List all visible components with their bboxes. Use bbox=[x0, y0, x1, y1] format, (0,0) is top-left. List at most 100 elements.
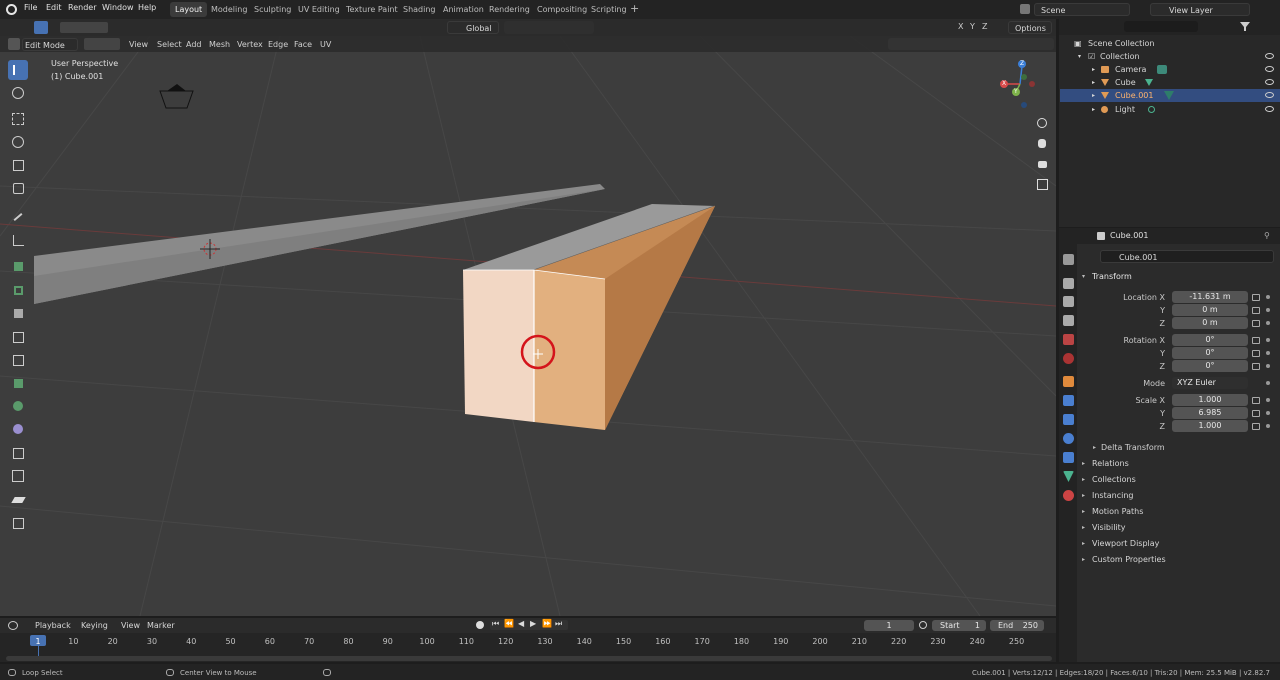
tab-animation[interactable]: Animation bbox=[438, 2, 489, 17]
section-expand-icon[interactable]: ▸ bbox=[1082, 492, 1085, 499]
view-layer-selector[interactable]: View Layer bbox=[1150, 3, 1250, 16]
record-icon[interactable] bbox=[476, 621, 484, 629]
filter-icon[interactable] bbox=[1240, 22, 1250, 31]
editor-type-icon[interactable] bbox=[8, 38, 20, 50]
select-tool-icon[interactable] bbox=[8, 60, 28, 80]
section-expand-icon[interactable]: ▸ bbox=[1082, 556, 1085, 563]
scale-tool-icon[interactable] bbox=[8, 155, 28, 175]
tab-modeling[interactable]: Modeling bbox=[206, 2, 252, 17]
mirror-z-toggle[interactable]: Z bbox=[982, 22, 987, 31]
poly-build-tool-icon[interactable] bbox=[8, 373, 28, 393]
tool-properties-tab-icon[interactable] bbox=[1063, 254, 1074, 265]
keyframe-dot-icon[interactable] bbox=[1266, 351, 1270, 355]
keyframe-dot-icon[interactable] bbox=[1266, 338, 1270, 342]
expand-icon[interactable]: ▸ bbox=[1092, 63, 1095, 76]
preview-range-icon[interactable] bbox=[919, 621, 927, 629]
next-keyframe-icon[interactable]: ⏩ bbox=[542, 619, 552, 628]
shear-tool-icon[interactable] bbox=[8, 490, 28, 510]
tab-compositing[interactable]: Compositing bbox=[532, 2, 592, 17]
scale-z-field[interactable]: 1.000 bbox=[1172, 420, 1248, 432]
transform-orientation-dropdown[interactable]: Global bbox=[447, 21, 499, 34]
lock-icon[interactable] bbox=[1252, 397, 1260, 404]
physics-tab-icon[interactable] bbox=[1063, 433, 1074, 444]
section-custom-properties[interactable]: Custom Properties bbox=[1092, 555, 1166, 564]
outliner-search-input[interactable] bbox=[1124, 21, 1198, 32]
keyframe-dot-icon[interactable] bbox=[1266, 424, 1270, 428]
lock-icon[interactable] bbox=[1252, 350, 1260, 357]
mesh-data-icon[interactable] bbox=[1164, 91, 1174, 100]
extrude-tool-icon[interactable] bbox=[8, 256, 28, 276]
render-properties-tab-icon[interactable] bbox=[1063, 278, 1074, 289]
current-frame-field[interactable]: 1 bbox=[864, 620, 914, 631]
lock-icon[interactable] bbox=[1252, 410, 1260, 417]
menu-help[interactable]: Help bbox=[138, 3, 156, 12]
lock-icon[interactable] bbox=[1252, 307, 1260, 314]
lock-icon[interactable] bbox=[1252, 320, 1260, 327]
menu-view[interactable]: View bbox=[129, 40, 148, 49]
menu-edge[interactable]: Edge bbox=[268, 40, 288, 49]
measure-tool-icon[interactable] bbox=[8, 230, 28, 250]
section-relations[interactable]: Relations bbox=[1092, 459, 1129, 468]
play-reverse-icon[interactable]: ◀ bbox=[518, 619, 524, 628]
inset-tool-icon[interactable] bbox=[8, 280, 28, 300]
options-dropdown[interactable]: Options bbox=[1008, 21, 1052, 34]
rotation-z-field[interactable]: 0° bbox=[1172, 360, 1248, 372]
tab-layout[interactable]: Layout bbox=[170, 2, 208, 17]
collection-expand-icon[interactable]: ▾ bbox=[1078, 50, 1081, 63]
tab-uv-editing[interactable]: UV Editing bbox=[293, 2, 345, 17]
expand-icon[interactable]: ▸ bbox=[1092, 89, 1095, 102]
camera-data-icon[interactable] bbox=[1157, 65, 1167, 74]
rotation-mode-dropdown[interactable]: XYZ Euler bbox=[1172, 377, 1248, 389]
menu-timeline-view[interactable]: View bbox=[121, 621, 140, 630]
tab-texture-paint[interactable]: Texture Paint bbox=[341, 2, 403, 17]
timeline-scrollbar[interactable] bbox=[6, 656, 1052, 661]
outliner-item-light[interactable]: ▸ Light bbox=[1060, 103, 1280, 116]
move-tool-icon[interactable] bbox=[8, 109, 28, 129]
end-frame-field[interactable]: End 250 bbox=[990, 620, 1044, 631]
rotation-y-field[interactable]: 0° bbox=[1172, 347, 1248, 359]
cursor-tool-icon[interactable] bbox=[8, 83, 28, 103]
clock-editor-icon[interactable] bbox=[8, 621, 18, 630]
tab-shading[interactable]: Shading bbox=[398, 2, 441, 17]
menu-render[interactable]: Render bbox=[68, 3, 96, 12]
cube-visibility-icon[interactable] bbox=[1265, 79, 1274, 85]
section-expand-icon[interactable]: ▸ bbox=[1082, 540, 1085, 547]
bevel-tool-icon[interactable] bbox=[8, 303, 28, 323]
play-icon[interactable]: ▶ bbox=[530, 619, 536, 628]
pan-hand-icon[interactable] bbox=[1033, 134, 1051, 152]
menu-select[interactable]: Select bbox=[157, 40, 182, 49]
scene-selector[interactable]: Scene bbox=[1034, 3, 1130, 16]
keyframe-dot-icon[interactable] bbox=[1266, 411, 1270, 415]
camera-view-icon[interactable] bbox=[1033, 155, 1051, 173]
constraints-tab-icon[interactable] bbox=[1063, 452, 1074, 463]
jump-start-icon[interactable]: ⏮ bbox=[492, 619, 499, 629]
outliner-collection[interactable]: ▾ ☑ Collection bbox=[1060, 50, 1280, 63]
menu-edit[interactable]: Edit bbox=[46, 3, 62, 12]
collection-checkbox-icon[interactable]: ☑ bbox=[1088, 50, 1095, 63]
menu-face[interactable]: Face bbox=[294, 40, 312, 49]
menu-vertex[interactable]: Vertex bbox=[237, 40, 263, 49]
menu-marker[interactable]: Marker bbox=[147, 621, 175, 630]
outliner-scene-collection[interactable]: ▣ Scene Collection bbox=[1060, 37, 1280, 50]
annotate-tool-icon[interactable] bbox=[8, 207, 28, 227]
tab-scripting[interactable]: Scripting bbox=[586, 2, 632, 17]
collection-visibility-icon[interactable] bbox=[1265, 53, 1274, 59]
scale-x-field[interactable]: 1.000 bbox=[1172, 394, 1248, 406]
playback-controls[interactable]: ⏮ ⏪ ◀ ▶ ⏩ ⏭ bbox=[490, 619, 568, 630]
material-tab-icon[interactable] bbox=[1063, 490, 1074, 501]
section-expand-icon[interactable]: ▸ bbox=[1082, 476, 1085, 483]
menu-window[interactable]: Window bbox=[102, 3, 134, 12]
select-mode-buttons[interactable] bbox=[60, 22, 108, 33]
camera-visibility-icon[interactable] bbox=[1265, 66, 1274, 72]
section-visibility[interactable]: Visibility bbox=[1092, 523, 1126, 532]
location-y-field[interactable]: 0 m bbox=[1172, 304, 1248, 316]
tab-sculpting[interactable]: Sculpting bbox=[249, 2, 296, 17]
lock-icon[interactable] bbox=[1252, 423, 1260, 430]
select-box-icon[interactable] bbox=[34, 21, 48, 34]
loop-cut-tool-icon[interactable] bbox=[8, 327, 28, 347]
location-z-field[interactable]: 0 m bbox=[1172, 317, 1248, 329]
select-element-buttons[interactable] bbox=[84, 38, 120, 50]
knife-tool-icon[interactable] bbox=[8, 350, 28, 370]
add-workspace-icon[interactable]: + bbox=[630, 2, 639, 15]
delta-transform-subpanel[interactable]: Delta Transform bbox=[1101, 443, 1165, 452]
